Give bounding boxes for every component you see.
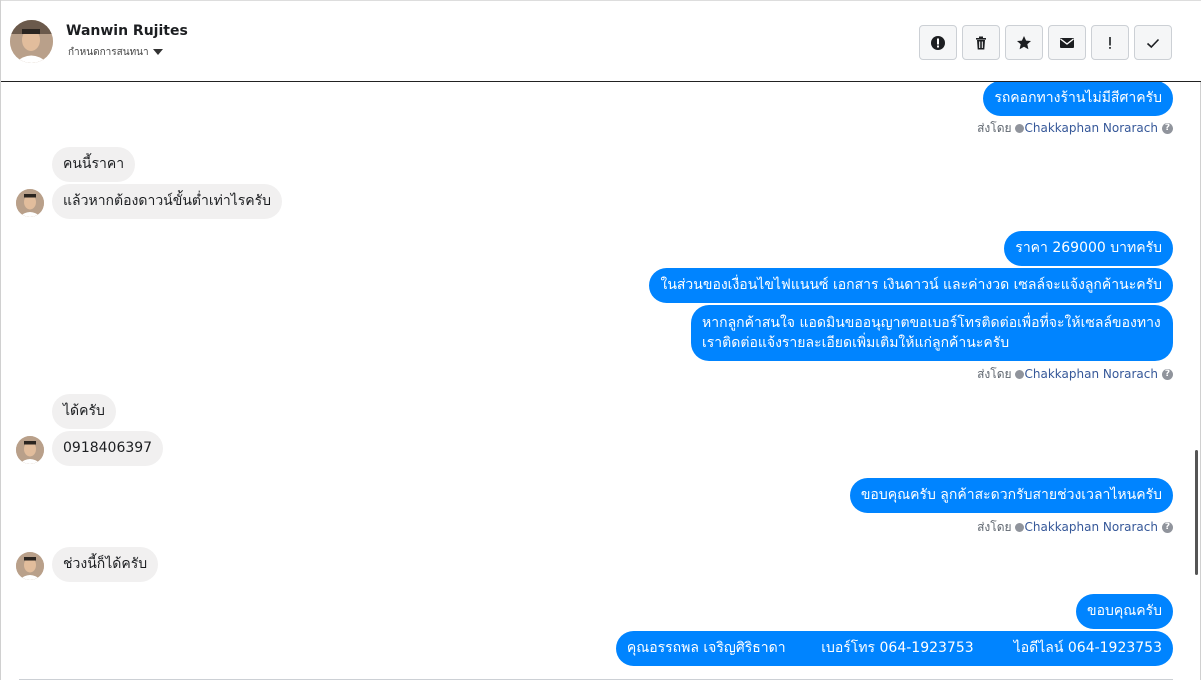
sender-icon xyxy=(1014,523,1024,532)
message-thread: รถคอกทางร้านไม่มีสีศาครับ ส่งโดย Chakkaph… xyxy=(1,82,1201,680)
alert-circle-icon xyxy=(931,35,945,50)
mark-spam-button[interactable] xyxy=(919,25,957,60)
star-icon xyxy=(1017,35,1031,49)
incoming-message: ได้ครับ xyxy=(52,394,116,429)
mark-done-button[interactable] xyxy=(1134,25,1172,60)
sender-name-link[interactable]: Chakkaphan Norarach xyxy=(1025,121,1158,135)
outgoing-message: ราคา 269000 บาทครับ xyxy=(1004,231,1173,266)
outgoing-message: คุณอรรถพล เจริญศิริธาดา เบอร์โทร 064-192… xyxy=(615,631,1173,666)
help-icon[interactable]: ? xyxy=(1162,123,1173,134)
conversation-header: Wanwin Rujites กำหนดการสนทนา xyxy=(1,0,1201,82)
exclamation-icon xyxy=(1109,36,1111,49)
contact-name[interactable]: Wanwin Rujites xyxy=(66,23,188,39)
trash-icon xyxy=(976,36,986,49)
envelope-icon xyxy=(1060,37,1074,48)
sender-icon xyxy=(1014,124,1024,133)
contact-avatar-small xyxy=(16,189,44,217)
sender-name-link[interactable]: Chakkaphan Norarach xyxy=(1025,367,1158,381)
help-icon[interactable]: ? xyxy=(1162,369,1173,380)
conversation-window: Wanwin Rujites กำหนดการสนทนา รถคอกทางร้า… xyxy=(0,0,1201,680)
mark-unread-button[interactable] xyxy=(1048,25,1086,60)
outgoing-message: ขอบคุณครับ ลูกค้าสะดวกรับสายช่วงเวลาไหนค… xyxy=(849,478,1173,513)
conversation-schedule-label: กำหนดการสนทนา xyxy=(68,47,149,57)
sent-by-info: ส่งโดย Chakkaphan Norarach? xyxy=(977,518,1173,537)
sent-by-label: ส่งโดย xyxy=(977,367,1012,381)
outgoing-message: รถคอกทางร้านไม่มีสีศาครับ xyxy=(983,82,1173,116)
contact-avatar-small xyxy=(16,436,44,464)
caret-down-icon xyxy=(152,49,163,55)
sender-name-link[interactable]: Chakkaphan Norarach xyxy=(1025,520,1158,534)
sent-by-info: ส่งโดย Chakkaphan Norarach? xyxy=(977,365,1173,384)
help-icon[interactable]: ? xyxy=(1162,522,1173,533)
star-button[interactable] xyxy=(1005,25,1043,60)
outgoing-message: ขอบคุณครับ xyxy=(1076,594,1173,629)
outgoing-message: หากลูกค้าสนใจ แอดมินขออนุญาตขอเบอร์โทรติ… xyxy=(691,305,1173,361)
incoming-message: 0918406397 xyxy=(52,431,164,466)
incoming-message: ช่วงนี้ก็ได้ครับ xyxy=(52,547,159,582)
incoming-message: แล้วหากต้องดาวน์ขั้นต่ำเท่าไรครับ xyxy=(52,184,283,219)
conversation-schedule-dropdown[interactable]: กำหนดการสนทนา xyxy=(68,45,163,57)
checkmark-icon xyxy=(1146,38,1160,48)
scrollbar-thumb[interactable] xyxy=(1195,450,1198,575)
delete-button[interactable] xyxy=(962,25,1000,60)
sent-by-label: ส่งโดย xyxy=(977,520,1012,534)
contact-avatar[interactable] xyxy=(10,20,53,63)
incoming-message: คนนี้ราคา xyxy=(52,147,136,182)
flag-button[interactable] xyxy=(1091,25,1129,60)
sent-by-label: ส่งโดย xyxy=(977,121,1012,135)
sent-by-info: ส่งโดย Chakkaphan Norarach? xyxy=(977,119,1173,138)
sender-icon xyxy=(1014,370,1024,379)
outgoing-message: ในส่วนของเงื่อนไขไฟแนนซ์ เอกสาร เงินดาวน… xyxy=(649,268,1173,303)
contact-avatar-small xyxy=(16,552,44,580)
